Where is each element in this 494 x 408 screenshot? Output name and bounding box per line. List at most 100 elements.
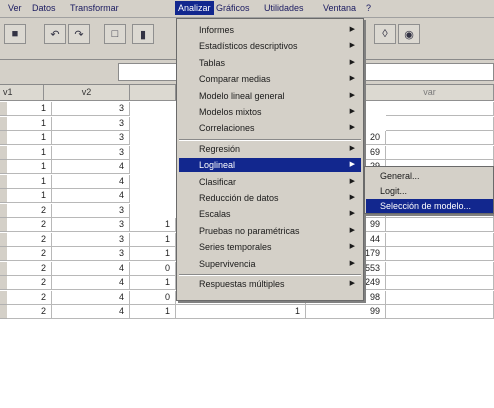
cell-v2[interactable]: 3 (52, 116, 130, 131)
cell-v1[interactable]: 1 (7, 102, 52, 116)
menu-item-clasificar[interactable]: Clasificar ▶ (179, 175, 361, 189)
cell-v2[interactable]: 3 (52, 131, 130, 145)
menu-ver[interactable]: Ver (8, 3, 22, 13)
cell-v2[interactable]: 4 (52, 276, 130, 290)
cell[interactable]: 1 (130, 276, 176, 290)
cell-v1[interactable]: 1 (7, 131, 52, 145)
row-header[interactable] (0, 276, 7, 290)
row-header[interactable] (0, 145, 7, 160)
submenu-item-logit[interactable]: Logit... (366, 184, 493, 198)
cell[interactable]: 1 (130, 305, 176, 319)
menu-datos[interactable]: Datos (32, 3, 56, 13)
cell-v2[interactable]: 3 (52, 145, 130, 160)
cell-v2[interactable]: 4 (52, 189, 130, 203)
row-header[interactable] (0, 131, 7, 145)
undo-icon[interactable]: ↶ (44, 24, 66, 44)
cell-var[interactable] (386, 232, 494, 247)
menu-graficos[interactable]: Gráficos (216, 3, 250, 13)
row-header[interactable] (0, 305, 7, 319)
menu-item-loglineal[interactable]: Loglineal ▶ (179, 158, 361, 173)
menu-transformar[interactable]: Transformar (70, 3, 119, 13)
cell[interactable]: 1 (130, 218, 176, 232)
menu-item-informes[interactable]: Informes ▶ (179, 23, 361, 37)
menu-item-modelos-mixtos[interactable]: Modelos mixtos ▶ (179, 105, 361, 119)
cell-v1[interactable]: 2 (7, 247, 52, 261)
cell[interactable]: 1 (130, 247, 176, 261)
cell-var[interactable] (386, 247, 494, 261)
menu-item-pruebas-no-parametricas[interactable]: Pruebas no paramétricas ▶ (179, 224, 361, 238)
cell-var[interactable] (386, 276, 494, 290)
goto-case-icon[interactable]: □ (104, 24, 126, 44)
column-header[interactable] (130, 85, 176, 101)
menu-ventana[interactable]: Ventana (323, 3, 356, 13)
menu-item-estadisticos-descriptivos[interactable]: Estadísticos descriptivos ▶ (179, 39, 361, 53)
menu-item-supervivencia[interactable]: Supervivencia ▶ (179, 257, 361, 271)
cell[interactable]: 1 (176, 305, 306, 319)
redo-icon[interactable]: ↷ (68, 24, 90, 44)
submenu-item-general[interactable]: General... (366, 169, 493, 183)
row-header[interactable] (0, 218, 7, 232)
menu-item-series-temporales[interactable]: Series temporales ▶ (179, 240, 361, 254)
cell-v2[interactable]: 3 (52, 232, 130, 247)
cell-v1[interactable]: 2 (7, 305, 52, 319)
cell-v1[interactable]: 2 (7, 276, 52, 290)
row-header[interactable] (0, 174, 7, 189)
cell-v1[interactable]: 2 (7, 290, 52, 305)
column-header-v2[interactable]: v2 (44, 85, 130, 101)
cell-v2[interactable]: 3 (52, 247, 130, 261)
cell[interactable]: 0 (130, 261, 176, 276)
cell[interactable]: 0 (130, 290, 176, 305)
variables-icon[interactable]: ▮ (132, 24, 154, 44)
row-header[interactable] (0, 290, 7, 305)
cell-v1[interactable]: 2 (7, 261, 52, 276)
menu-item-regresion[interactable]: Regresión ▶ (179, 142, 361, 156)
cell[interactable]: 1 (130, 232, 176, 247)
cell-var[interactable] (386, 218, 494, 232)
cell-v2[interactable]: 4 (52, 290, 130, 305)
cell-var[interactable] (386, 261, 494, 276)
cell-v2[interactable]: 3 (52, 102, 130, 116)
cell-v1[interactable]: 2 (7, 232, 52, 247)
cell-v2[interactable]: 4 (52, 160, 130, 174)
cell-var[interactable] (386, 116, 494, 131)
submenu-item-seleccion-de-modelo[interactable]: Selección de modelo... (366, 199, 493, 213)
column-header-var[interactable]: var (366, 85, 494, 101)
cell-v2[interactable]: 4 (52, 305, 130, 319)
menu-item-correlaciones[interactable]: Correlaciones ▶ (179, 121, 361, 135)
menu-item-comparar-medias[interactable]: Comparar medias ▶ (179, 72, 361, 86)
cell-v1[interactable]: 1 (7, 174, 52, 189)
cell-var[interactable] (386, 145, 494, 160)
cell-var[interactable] (386, 305, 494, 319)
row-header[interactable] (0, 116, 7, 131)
menu-item-respuestas-multiples[interactable]: Respuestas múltiples ▶ (179, 277, 361, 291)
cell[interactable]: 99 (306, 305, 386, 319)
row-header[interactable] (0, 102, 7, 116)
menu-item-modelo-lineal-general[interactable]: Modelo lineal general ▶ (179, 89, 361, 103)
cell-var[interactable] (386, 102, 494, 116)
column-header-v1[interactable]: v1 (0, 85, 44, 101)
cell-var[interactable] (386, 290, 494, 305)
use-sets-icon[interactable]: ◉ (398, 24, 420, 44)
cell-v1[interactable]: 2 (7, 203, 52, 218)
cell-v1[interactable]: 1 (7, 116, 52, 131)
row-header[interactable] (0, 232, 7, 247)
menu-analizar[interactable]: Analizar (175, 1, 214, 15)
menu-utilidades[interactable]: Utilidades (264, 3, 304, 13)
cell-var[interactable] (386, 131, 494, 145)
value-labels-icon[interactable]: ◊ (374, 24, 396, 44)
cell-v2[interactable]: 3 (52, 218, 130, 232)
cell-v2[interactable]: 4 (52, 261, 130, 276)
row-header[interactable] (0, 189, 7, 203)
cell-v1[interactable]: 1 (7, 160, 52, 174)
menu-item-escalas[interactable]: Escalas ▶ (179, 207, 361, 221)
menu-item-reduccion-de-datos[interactable]: Reducción de datos ▶ (179, 191, 361, 205)
row-header[interactable] (0, 247, 7, 261)
cell-v1[interactable]: 2 (7, 218, 52, 232)
row-header[interactable] (0, 261, 7, 276)
cell-v2[interactable]: 4 (52, 174, 130, 189)
row-header[interactable] (0, 203, 7, 218)
row-header[interactable] (0, 160, 7, 174)
menu-help[interactable]: ? (366, 3, 371, 13)
menu-item-tablas[interactable]: Tablas ▶ (179, 56, 361, 70)
cell-v1[interactable]: 1 (7, 189, 52, 203)
